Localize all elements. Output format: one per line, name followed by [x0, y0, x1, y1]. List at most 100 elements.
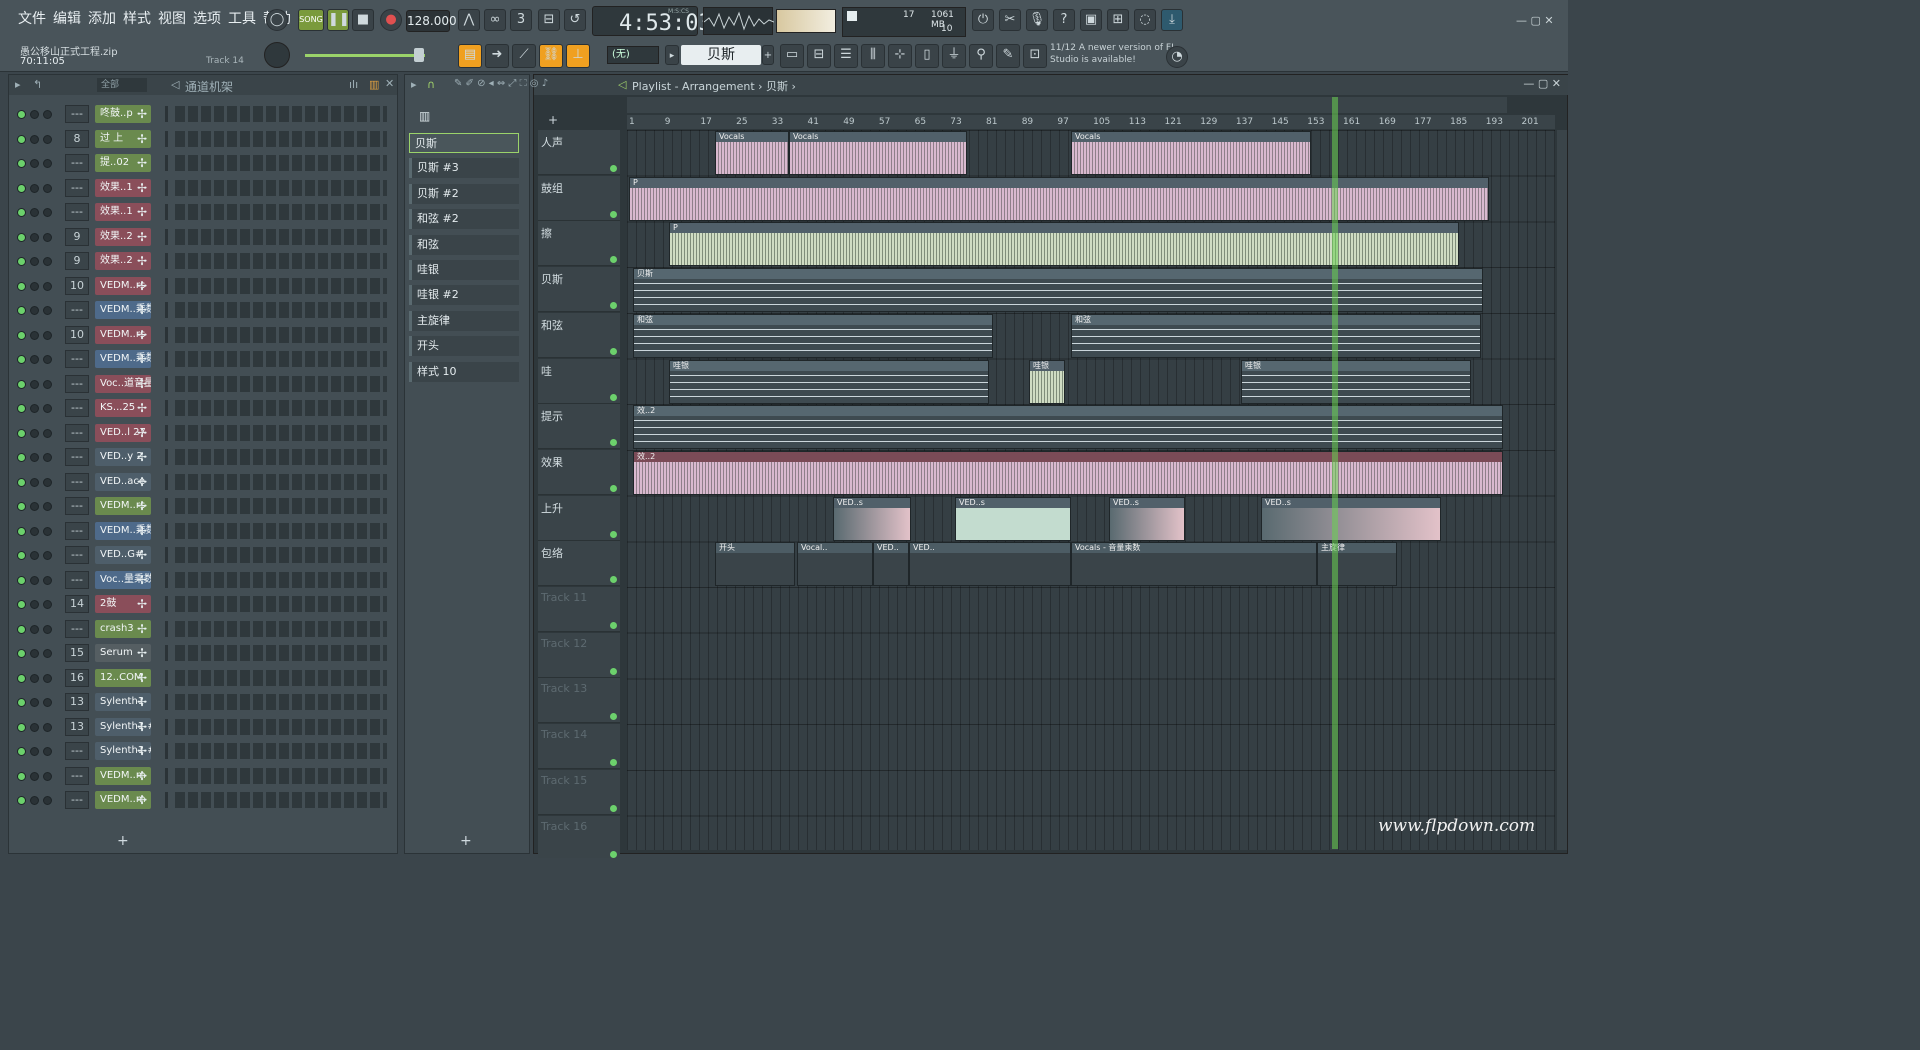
channel-led-icon[interactable] — [17, 404, 26, 413]
graph-editor-icon[interactable]: ılı — [349, 78, 358, 91]
menu-item[interactable]: 工具 — [228, 8, 256, 28]
clip[interactable]: Vocals — [1071, 131, 1311, 175]
channel-mixer-track[interactable]: 15 — [65, 644, 89, 662]
channel-mixer-track[interactable]: --- — [65, 546, 89, 564]
channel-graph-icon[interactable]: ✢ — [135, 154, 149, 172]
step-buttons[interactable] — [175, 155, 387, 171]
channel-mixer-track[interactable]: 9 — [65, 252, 89, 270]
pattern-song-switch-icon[interactable]: ◯ — [266, 9, 288, 31]
channel-graph-icon[interactable]: ✢ — [135, 669, 149, 687]
slider-handle[interactable] — [414, 48, 424, 62]
step-buttons[interactable] — [175, 326, 387, 343]
channel-led-icon[interactable] — [43, 232, 52, 242]
channel-led-icon[interactable] — [17, 232, 26, 242]
channel-led-group[interactable] — [17, 403, 63, 413]
channel-led-group[interactable] — [17, 232, 63, 242]
channel-rack-icon[interactable]: ☰ — [834, 44, 858, 68]
channel-led-icon[interactable] — [43, 502, 52, 511]
clip[interactable]: VED.. — [873, 542, 909, 587]
channel-mixer-track[interactable]: 10 — [65, 325, 89, 344]
arrangement-grid[interactable]: Vocals Vocals Vocals P P 贝斯 和弦 和弦 哇银 哇银 哇银 效..2 效..2… — [627, 130, 1555, 850]
channel-row[interactable]: --- VED..y 2 ✢ — [15, 446, 391, 468]
step-buttons[interactable] — [175, 424, 387, 441]
track-mute-led[interactable] — [610, 759, 617, 767]
channel-led-icon[interactable] — [43, 281, 52, 291]
channel-led-icon[interactable] — [43, 649, 52, 658]
channel-led-icon[interactable] — [17, 183, 26, 193]
step-buttons[interactable] — [175, 792, 387, 808]
channel-led-icon[interactable] — [43, 624, 52, 634]
channel-select-bar[interactable] — [165, 571, 168, 588]
channel-row[interactable]: --- 咚鼓..p ✢ — [15, 103, 391, 125]
channel-row[interactable]: 10 VEDM..rs ✢ — [15, 275, 391, 297]
channel-led-icon[interactable] — [30, 477, 39, 487]
window-controls[interactable]: — ▢ ✕ — [1516, 14, 1554, 27]
track-header[interactable]: 鼓组 — [538, 175, 620, 221]
channel-led-icon[interactable] — [30, 796, 39, 805]
channel-graph-icon[interactable]: ✢ — [135, 375, 149, 393]
track-header[interactable]: Track 15 — [538, 769, 620, 815]
channel-led-group[interactable] — [17, 599, 63, 609]
track-mute-led[interactable] — [610, 804, 617, 812]
channel-led-icon[interactable] — [17, 526, 26, 536]
channel-led-icon[interactable] — [43, 306, 52, 315]
channel-led-icon[interactable] — [17, 698, 26, 707]
track-header[interactable]: 擦 — [538, 221, 620, 267]
stamp-icon[interactable]: ⊥ — [566, 44, 590, 68]
tools-icon[interactable]: ✎ — [996, 44, 1020, 68]
arrow-icon[interactable]: ➜ — [485, 44, 509, 68]
channel-led-group[interactable] — [17, 477, 63, 487]
channel-row[interactable]: --- VED..l 27 ✢ — [15, 422, 391, 444]
clip[interactable]: Vocal.. — [797, 542, 873, 587]
channel-select-bar[interactable] — [165, 473, 168, 490]
rack-undo-icon[interactable]: ↰ — [33, 78, 42, 91]
pattern-item[interactable]: 和弦 #2 — [409, 209, 519, 230]
channel-graph-icon[interactable]: ✢ — [135, 546, 149, 564]
draw-curve-icon[interactable]: ⟋ — [512, 44, 536, 68]
menu-item[interactable]: 编辑 — [53, 8, 81, 28]
channel-led-icon[interactable] — [17, 330, 26, 340]
clip[interactable]: 和弦 — [1071, 313, 1481, 358]
channel-row[interactable]: --- KS...25 ✢ — [15, 397, 391, 419]
song-mode-button[interactable]: SONG — [298, 9, 324, 31]
channel-led-group[interactable] — [17, 305, 63, 315]
channel-mixer-track[interactable]: --- — [65, 521, 89, 540]
step-edit-icon[interactable]: ⊟ — [538, 9, 560, 31]
channel-led-icon[interactable] — [17, 453, 26, 462]
track-header[interactable]: 上升 — [538, 495, 620, 541]
channel-select-bar[interactable] — [165, 645, 168, 661]
channel-mixer-track[interactable]: --- — [65, 742, 89, 760]
channel-mixer-track[interactable]: --- — [65, 570, 89, 589]
plugin-icon[interactable]: ⏚ — [942, 44, 966, 68]
track-header[interactable]: Track 12 — [538, 632, 620, 678]
clip[interactable]: 主旋律 — [1317, 542, 1397, 587]
metronome-icon[interactable]: ⋀ — [458, 9, 480, 31]
step-buttons[interactable] — [175, 106, 387, 122]
add-channel-button[interactable]: + — [117, 833, 129, 849]
channel-row[interactable]: 14 2鼓 ✢ — [15, 593, 391, 615]
channel-row[interactable]: 8过 上 ✢ — [15, 128, 391, 150]
step-buttons[interactable] — [175, 375, 387, 392]
clip[interactable]: VED.. — [909, 542, 1071, 587]
channel-led-icon[interactable] — [30, 673, 39, 683]
channel-led-icon[interactable] — [30, 698, 39, 707]
browser-icon[interactable]: ▯ — [915, 44, 939, 68]
channel-led-icon[interactable] — [17, 575, 26, 585]
add-track-icon[interactable]: + — [548, 113, 558, 127]
channel-led-icon[interactable] — [30, 379, 39, 389]
step-buttons[interactable] — [175, 130, 387, 147]
channel-graph-icon[interactable]: ✢ — [135, 448, 149, 466]
clip[interactable]: 和弦 — [633, 313, 993, 358]
channel-led-group[interactable] — [17, 550, 63, 560]
channel-led-icon[interactable] — [30, 355, 39, 364]
playlist-tools-icon[interactable]: ✎ ✐ ⊘ ◂ ⇔ ⤢ ⛶ ◎ ♪ — [454, 78, 548, 89]
channel-led-group[interactable] — [17, 207, 63, 217]
channel-led-icon[interactable] — [43, 183, 52, 193]
step-buttons[interactable] — [175, 473, 387, 490]
channel-row[interactable]: --- 效果..1 ✢ — [15, 177, 391, 199]
channel-select-bar[interactable] — [165, 792, 168, 808]
track-mute-led[interactable] — [610, 667, 617, 675]
channel-select-bar[interactable] — [165, 669, 168, 686]
download-icon[interactable]: ⤓ — [1161, 9, 1183, 31]
track-mute-led[interactable] — [610, 713, 617, 721]
